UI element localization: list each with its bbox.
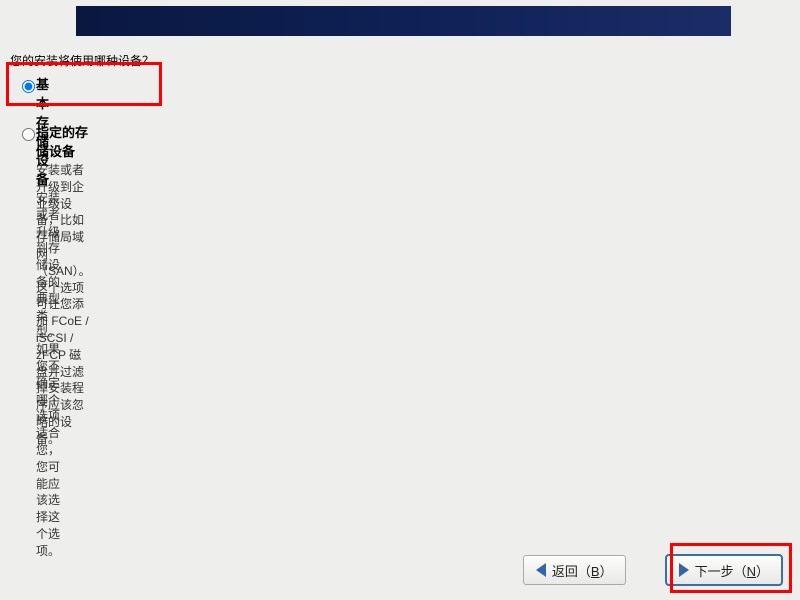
header-banner — [76, 6, 731, 36]
arrow-left-icon — [536, 563, 546, 577]
page-question: 您的安装将使用哪种设备？ — [10, 52, 154, 69]
radio-basic-storage[interactable] — [22, 80, 35, 96]
back-button[interactable]: 返回（B） — [523, 555, 626, 585]
button-bar: 返回（B） 下一步（N） — [0, 555, 800, 585]
option-specified-title: 指定的存储设备 — [36, 122, 91, 160]
arrow-right-icon — [679, 563, 689, 577]
back-button-label: 返回（B） — [552, 561, 613, 580]
next-button-label: 下一步（N） — [695, 561, 769, 580]
radio-specified-storage[interactable] — [22, 128, 35, 144]
option-specified-desc: 安装或者升级到企业级设备，比如存储局域网（SAN）。这个选项可让您添加 FCoE… — [36, 162, 91, 448]
next-button[interactable]: 下一步（N） — [666, 555, 782, 585]
